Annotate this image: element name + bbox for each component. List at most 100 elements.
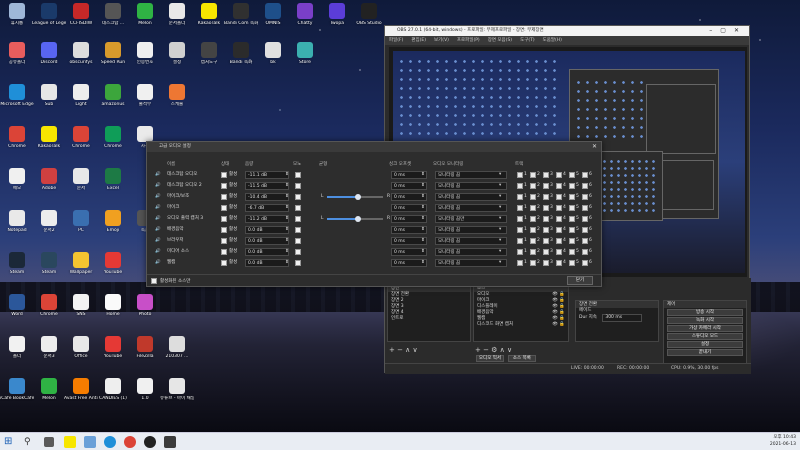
monitoring-select[interactable]: 모니터링 끔 [435, 226, 507, 234]
desktop-icon[interactable]: YouTube [96, 252, 130, 288]
active-checkbox[interactable] [221, 227, 227, 233]
track-checkbox[interactable] [569, 227, 575, 233]
active-checkbox[interactable] [221, 249, 227, 255]
desktop-icon[interactable]: obscurifys [64, 42, 98, 78]
scene-item[interactable]: 인트로 [388, 316, 470, 322]
desktop-icon[interactable]: 데스크탑 ... [96, 3, 130, 39]
chevron-down-icon[interactable]: ▾ [499, 171, 501, 179]
balance-knob[interactable] [355, 216, 361, 222]
advanced-audio-dialog[interactable]: 고급 오디오 설정 ✕ 이름 상태 음량 모노 균형 싱크 오프셋 오디오 모니… [146, 141, 602, 287]
desktop-icon[interactable]: 문서3 [32, 336, 66, 372]
track-checkbox[interactable] [530, 194, 536, 200]
mixer-tabs[interactable]: 오디오 믹서 소스 목록 [475, 354, 537, 362]
volume-input[interactable]: 0.0 dB [245, 237, 289, 245]
close-button[interactable]: 닫기 [567, 276, 593, 285]
desktop-icon[interactable]: 문서 [64, 168, 98, 204]
show-active-only-checkbox[interactable] [151, 278, 157, 284]
volume-input[interactable]: -11.2 dB [245, 215, 289, 223]
track-checkbox[interactable] [517, 249, 523, 255]
track-checkbox[interactable] [543, 260, 549, 266]
desktop-icon[interactable]: Chrome [0, 126, 34, 162]
active-checkbox[interactable] [221, 183, 227, 189]
source-toolbar[interactable]: + − ⚙ ∧ ∨ [475, 346, 512, 354]
track-checkbox[interactable] [543, 238, 549, 244]
desktop-icon[interactable]: 메모 [0, 168, 34, 204]
active-checkbox[interactable] [221, 238, 227, 244]
sync-spin-icon[interactable]: ⬍ [421, 182, 425, 190]
volume-input[interactable]: 0.0 dB [245, 259, 289, 267]
desktop-icon[interactable]: Chrome [64, 126, 98, 162]
balance-knob[interactable] [355, 194, 361, 200]
desktop-icon[interactable]: Sub [32, 84, 66, 120]
track-checkbox[interactable] [582, 205, 588, 211]
mono-checkbox[interactable] [295, 227, 301, 233]
track-checkbox[interactable] [517, 183, 523, 189]
monitoring-select[interactable]: 모니터링 끔 [435, 259, 507, 267]
desktop-icon[interactable]: League of Legends [32, 3, 66, 39]
desktop-icon[interactable]: YouTube [96, 336, 130, 372]
active-checkbox[interactable] [221, 194, 227, 200]
chevron-down-icon[interactable]: ▾ [499, 193, 501, 201]
track-checkbox[interactable] [569, 249, 575, 255]
start-button[interactable]: ⊞ [4, 436, 16, 448]
volume-spin-icon[interactable]: ⬍ [285, 237, 289, 245]
menu-item[interactable]: 편집(E) [411, 38, 426, 43]
sync-spin-icon[interactable]: ⬍ [421, 193, 425, 201]
volume-input[interactable]: 0.0 dB [245, 248, 289, 256]
obs-taskbar-icon[interactable] [144, 436, 156, 448]
desktop-icon[interactable]: 폴더 [0, 336, 34, 372]
desktop-icon[interactable]: 설정 [160, 42, 194, 78]
desktop-icon[interactable]: Notepad [0, 210, 34, 246]
balance-slider[interactable] [327, 216, 383, 222]
app-taskbar-icon[interactable] [164, 436, 176, 448]
control-button[interactable]: 끝내기 [667, 349, 743, 356]
track-checkbox[interactable] [582, 172, 588, 178]
sync-spin-icon[interactable]: ⬍ [421, 237, 425, 245]
track-checkbox[interactable] [556, 238, 562, 244]
desktop-icon[interactable]: Microsoft Edge [0, 84, 34, 120]
window-controls[interactable]: –▢✕ [709, 26, 747, 36]
chevron-down-icon[interactable]: ▾ [499, 215, 501, 223]
task-view-icon[interactable] [44, 437, 54, 447]
desktop-icon[interactable]: Adobe [32, 168, 66, 204]
mono-checkbox[interactable] [295, 216, 301, 222]
track-checkbox[interactable] [530, 227, 536, 233]
track-checkbox[interactable] [543, 216, 549, 222]
sync-spin-icon[interactable]: ⬍ [421, 248, 425, 256]
desktop-icon[interactable]: CANDIES (1) [96, 378, 130, 414]
desktop-icon[interactable]: Speed Run [96, 42, 130, 78]
desktop-icon[interactable]: Word [0, 294, 34, 330]
balance-slider[interactable] [327, 194, 383, 200]
desktop-icon[interactable]: Discord [32, 42, 66, 78]
close-icon[interactable]: ✕ [592, 142, 597, 152]
chevron-down-icon[interactable]: ▾ [499, 226, 501, 234]
desktop-icon[interactable]: Office [64, 336, 98, 372]
chevron-down-icon[interactable]: ▾ [499, 182, 501, 190]
visibility-lock-icon[interactable]: 👁 🔒 [552, 322, 565, 328]
sync-spin-icon[interactable]: ⬍ [421, 204, 425, 212]
desktop-icon[interactable]: Excel [96, 168, 130, 204]
desktop-icon[interactable]: 210307 ... [160, 336, 194, 372]
mono-checkbox[interactable] [295, 238, 301, 244]
desktop-icon[interactable]: Chrome [32, 294, 66, 330]
volume-spin-icon[interactable]: ⬍ [285, 248, 289, 256]
track-checkbox[interactable] [530, 249, 536, 255]
mono-checkbox[interactable] [295, 205, 301, 211]
volume-input[interactable]: -11.1 dB [245, 171, 289, 179]
sync-spin-icon[interactable]: ⬍ [421, 226, 425, 234]
tab-source-list[interactable]: 소스 목록 [507, 355, 536, 362]
desktop-icon[interactable]: CCFISDIW [64, 3, 98, 39]
track-checkbox[interactable] [556, 227, 562, 233]
volume-spin-icon[interactable]: ⬍ [285, 204, 289, 212]
track-checkbox[interactable] [569, 238, 575, 244]
scenes-panel[interactable]: 장면 장면 전환 장면 2 장면 3 장면 4 인트로 [387, 284, 471, 342]
desktop-icon[interactable]: Steam [32, 252, 66, 288]
chevron-down-icon[interactable]: ▾ [499, 248, 501, 256]
chevron-down-icon[interactable]: ▾ [499, 204, 501, 212]
desktop-icon[interactable]: Bandi 녹화 [224, 42, 258, 78]
track-checkbox[interactable] [556, 260, 562, 266]
desktop-icon[interactable]: KakaoTalk [32, 126, 66, 162]
volume-spin-icon[interactable]: ⬍ [285, 259, 289, 267]
duration-input[interactable]: 300 ms [602, 314, 643, 322]
track-checkbox[interactable] [530, 260, 536, 266]
